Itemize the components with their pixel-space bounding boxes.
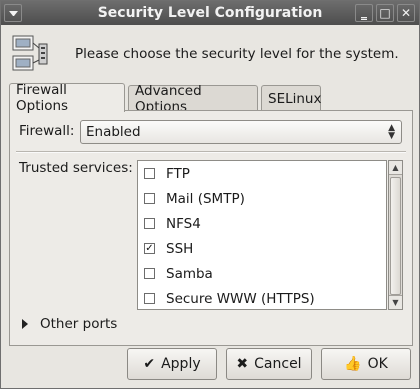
list-item[interactable]: ✓ SSH <box>138 236 386 261</box>
close-button[interactable]: ✕ <box>397 4 415 22</box>
select-arrows-icon: ▲ ▼ <box>388 123 395 141</box>
cancel-button[interactable]: ✖ Cancel <box>226 348 312 380</box>
checkbox[interactable] <box>144 193 155 204</box>
ok-label: OK <box>367 356 388 372</box>
dialog-buttons: ✔ Apply ✖ Cancel 👍 OK <box>1 346 420 382</box>
security-computer-icon <box>11 34 55 74</box>
ok-hand-icon: 👍 <box>344 356 362 372</box>
apply-label: Apply <box>161 356 201 372</box>
tab-advanced-options[interactable]: Advanced Options <box>128 83 258 115</box>
list-item-label: Samba <box>166 265 213 282</box>
apply-button[interactable]: ✔ Apply <box>127 348 217 380</box>
other-ports-label: Other ports <box>40 316 118 332</box>
vertical-scrollbar[interactable]: ▲ ▼ <box>388 160 403 310</box>
list-item-label: SSH <box>166 240 194 257</box>
firewall-select-value: Enabled <box>86 124 141 140</box>
list-item-label: Secure WWW (HTTPS) <box>166 290 315 307</box>
separator <box>16 151 406 153</box>
ok-button[interactable]: 👍 OK <box>321 348 411 380</box>
list-item-label: FTP <box>166 165 190 182</box>
firewall-label: Firewall: <box>19 123 75 139</box>
check-icon: ✔ <box>143 356 156 372</box>
firewall-options-panel: Firewall: Enabled ▲ ▼ Trusted services: F… <box>9 110 413 346</box>
header-text: Please choose the security level for the… <box>75 46 399 62</box>
minimize-button[interactable]: ‗ <box>355 4 373 22</box>
tab-label: SELinux <box>268 90 322 107</box>
title-bar[interactable]: Security Level Configuration ‗ □ ✕ <box>1 1 419 25</box>
maximize-button[interactable]: □ <box>376 4 394 22</box>
other-ports-expander[interactable]: Other ports <box>22 316 117 332</box>
security-config-window: Security Level Configuration ‗ □ ✕ Pleas… <box>0 0 420 389</box>
checkbox[interactable] <box>144 268 155 279</box>
cancel-icon: ✖ <box>236 356 249 372</box>
checkbox[interactable] <box>144 218 155 229</box>
list-item[interactable]: NFS4 <box>138 211 386 236</box>
checkbox[interactable] <box>144 293 155 304</box>
tab-firewall-options[interactable]: Firewall Options <box>9 82 125 114</box>
list-item-label: NFS4 <box>166 215 201 232</box>
tab-selinux[interactable]: SELinux <box>261 85 321 111</box>
cancel-label: Cancel <box>254 356 302 372</box>
list-item[interactable]: Secure WWW (HTTPS) <box>138 286 386 309</box>
checkbox-checked[interactable]: ✓ <box>144 243 155 254</box>
window-menu-icon <box>8 10 18 16</box>
header: Please choose the security level for the… <box>11 34 411 74</box>
window-menu-button[interactable] <box>4 4 22 22</box>
firewall-select[interactable]: Enabled ▲ ▼ <box>80 120 402 144</box>
list-item[interactable]: Samba <box>138 261 386 286</box>
window-title: Security Level Configuration <box>97 5 323 21</box>
scroll-up-button[interactable]: ▲ <box>389 161 402 175</box>
list-item[interactable]: FTP <box>138 161 386 186</box>
trusted-services-label: Trusted services: <box>19 160 133 176</box>
expander-arrow-icon <box>22 319 28 329</box>
checkbox[interactable] <box>144 168 155 179</box>
list-item[interactable]: Mail (SMTP) <box>138 186 386 211</box>
scroll-down-button[interactable]: ▼ <box>389 295 402 309</box>
tab-label: Firewall Options <box>16 82 69 114</box>
scroll-thumb[interactable] <box>390 177 401 295</box>
list-item-label: Mail (SMTP) <box>166 190 245 207</box>
trusted-services-list[interactable]: FTP Mail (SMTP) NFS4 ✓ SSH Samba Secure … <box>137 160 387 310</box>
